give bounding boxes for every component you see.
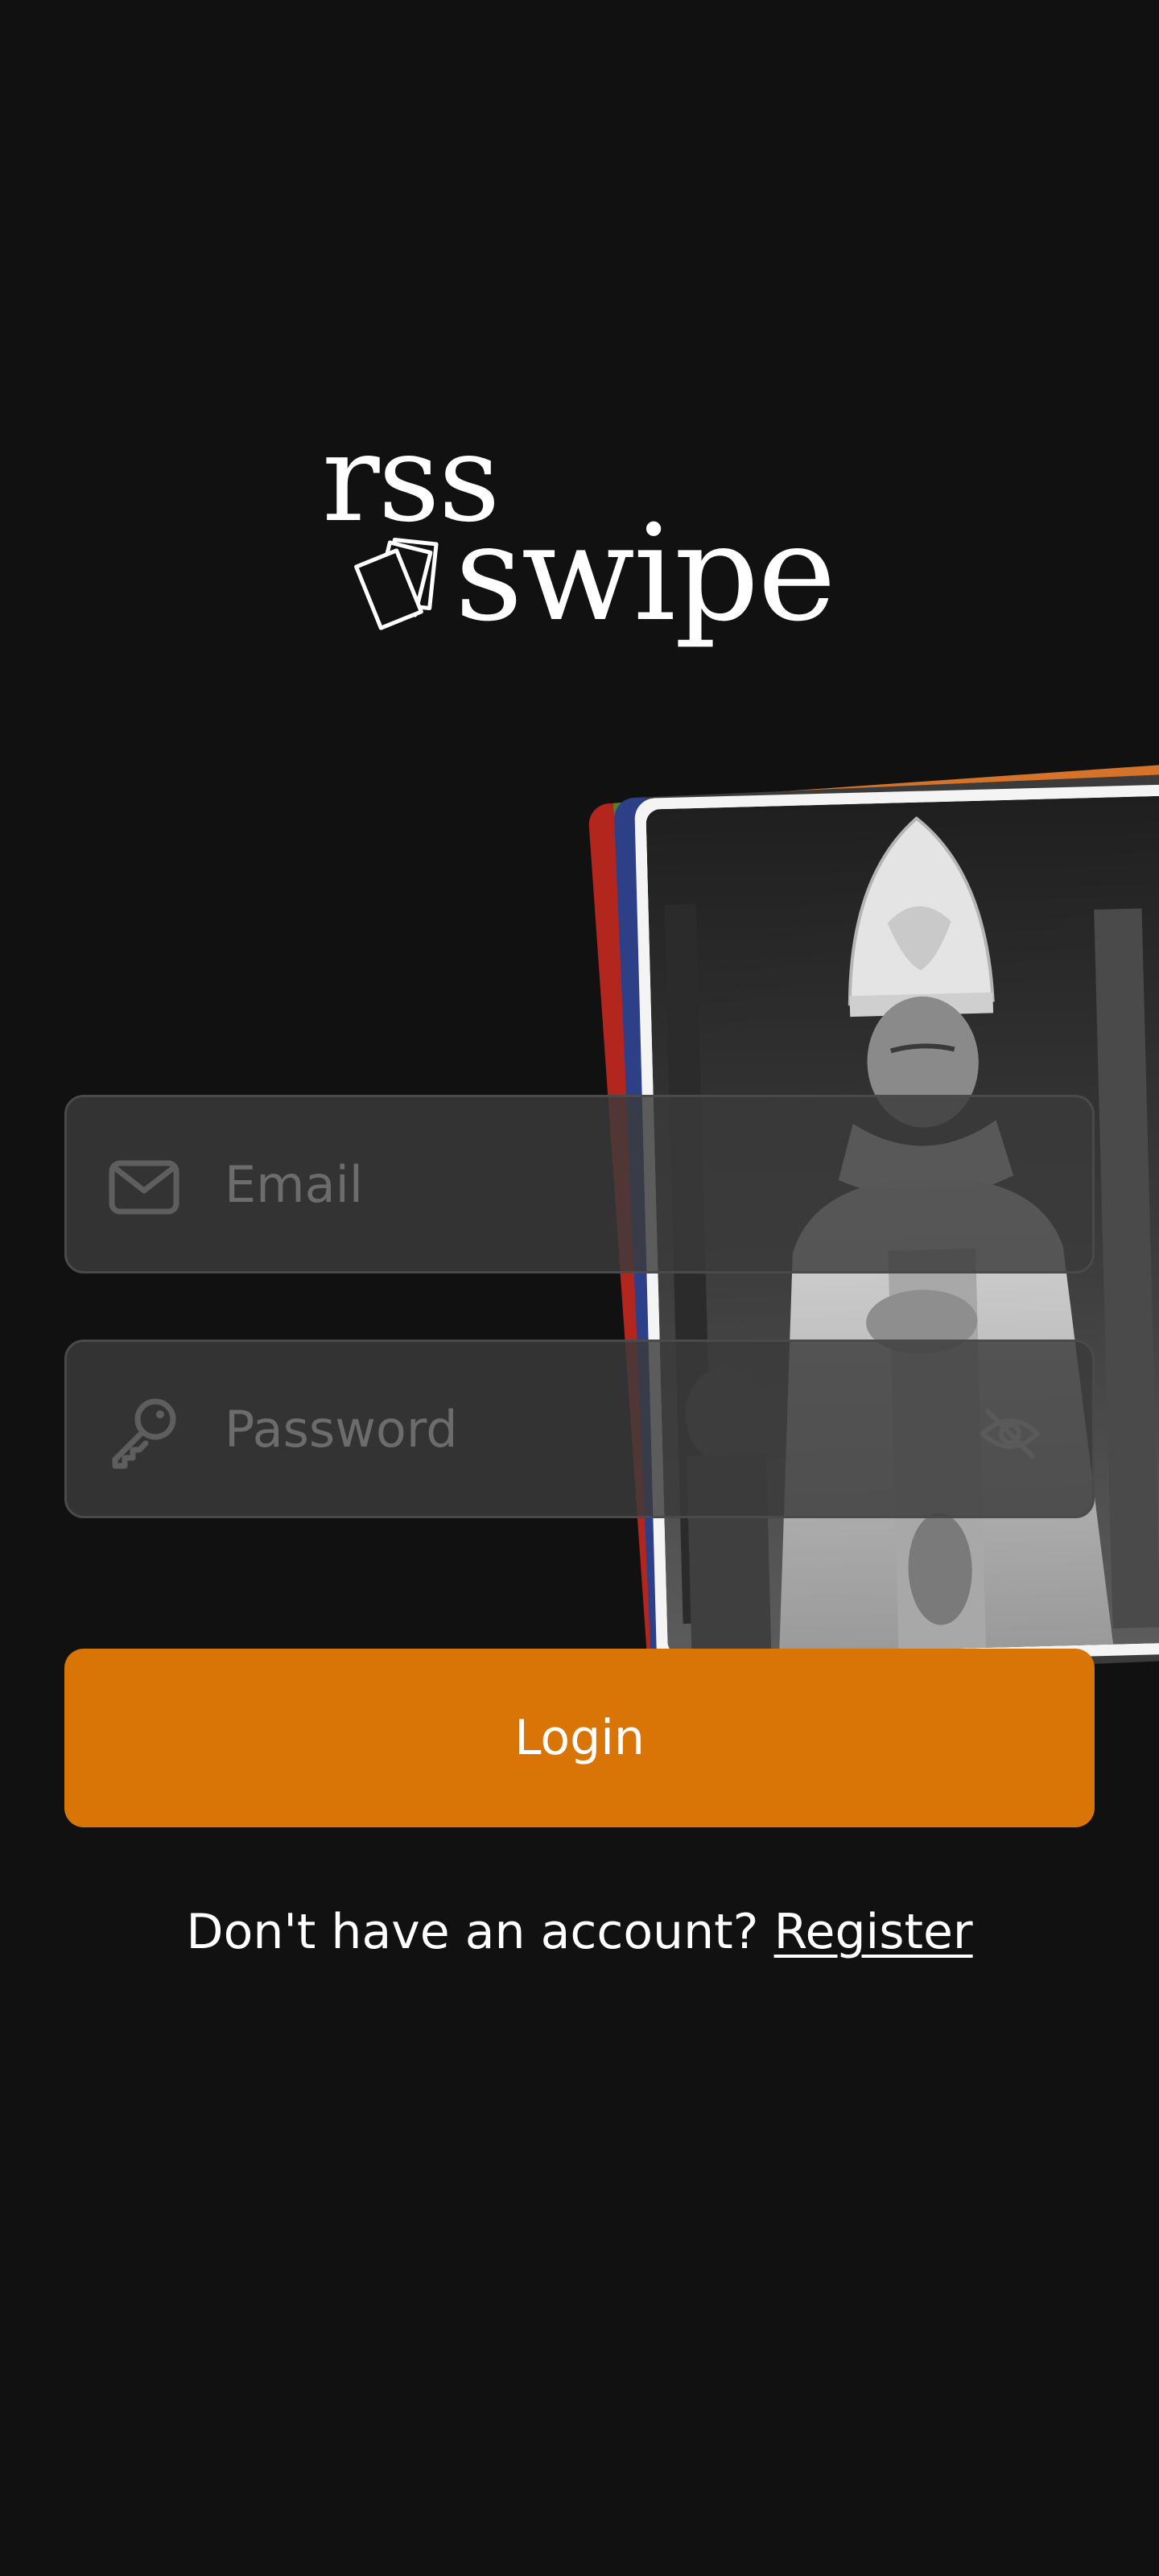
- login-button[interactable]: Login: [64, 1649, 1095, 1827]
- register-prompt: Don't have an account? Register: [0, 1900, 1159, 1964]
- app-logo: rss swipe: [322, 419, 837, 660]
- envelope-icon: [109, 1160, 179, 1215]
- email-field[interactable]: [64, 1095, 1095, 1274]
- eye-off-icon[interactable]: [976, 1400, 1044, 1468]
- stacked-cards-icon: [354, 538, 439, 630]
- register-prompt-text: Don't have an account?: [186, 1904, 759, 1960]
- key-icon: [112, 1398, 176, 1469]
- password-input[interactable]: [225, 1342, 949, 1516]
- logo-text-swipe: swipe: [455, 496, 836, 650]
- email-input[interactable]: [225, 1097, 949, 1271]
- register-link[interactable]: Register: [774, 1904, 973, 1960]
- password-field[interactable]: [64, 1340, 1095, 1518]
